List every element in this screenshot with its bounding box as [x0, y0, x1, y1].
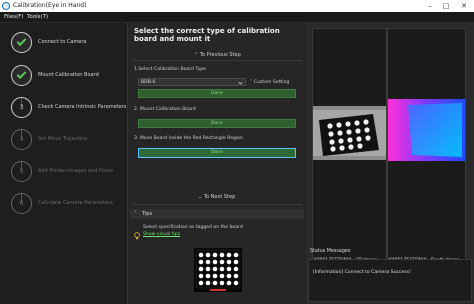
menu-files[interactable]: Files(F)	[4, 14, 24, 20]
steps-panel: Connect to Camera Mount Calibration Boar…	[0, 23, 128, 304]
menu-bar: Files(F) Tools(T)	[0, 12, 474, 23]
previous-step-button[interactable]: ⌃ To Previous Step	[194, 52, 241, 58]
minimize-icon[interactable]: –	[422, 0, 438, 12]
maximize-icon[interactable]: □	[438, 0, 454, 12]
tips-text: Select specification as tagged on the bo…	[143, 225, 243, 230]
step-calculate-params[interactable]: 6 Calculate Camera Parameters	[0, 193, 128, 214]
step-label: Add Marker-Images and Poses	[38, 168, 114, 174]
status-messages-box: [Information] Connect to Camera Success!	[308, 259, 472, 302]
chevron-up-icon: ⌃	[194, 52, 199, 58]
status-message: [Information] Connect to Camera Success!	[313, 270, 411, 275]
step-label: Calculate Camera Parameters	[38, 200, 113, 206]
camera-panel: K0051-TESTONLY - 2D Image	[306, 23, 474, 304]
next-step-label: To Next Step	[203, 194, 236, 200]
custom-setting-label: Custom Setting	[253, 80, 290, 85]
main-panel: Select the correct type of calibration b…	[128, 23, 306, 304]
page-title: Select the correct type of calibration b…	[134, 27, 280, 43]
mount-board-label: 2. Mount Calibration Board	[134, 107, 196, 112]
board-type-select[interactable]: BDB-6	[138, 78, 246, 86]
chevron-down-icon	[238, 80, 243, 85]
window-title: Calibration(Eye in Hand)	[13, 2, 87, 9]
check-icon	[16, 69, 27, 80]
previous-step-label: To Previous Step	[199, 52, 241, 58]
chevron-down-icon: ˅	[134, 211, 137, 217]
board-preview-image	[194, 248, 242, 292]
divider	[132, 60, 302, 61]
lightbulb-icon	[134, 225, 140, 240]
step-number-circle: 3	[11, 97, 32, 118]
move-board-label: 3. Move Board inside the Red Rectangle R…	[134, 136, 243, 141]
camera-2d-image	[313, 106, 386, 160]
step-label: Mount Calibration Board	[38, 72, 99, 78]
board-type-value: BDB-6	[141, 80, 156, 85]
next-step-button[interactable]: ⌄ To Next Step	[198, 194, 235, 200]
show-visual-tips-link[interactable]: Show visual tips	[143, 232, 180, 237]
mount-board-done-button[interactable]: Done	[138, 119, 296, 128]
step-label: Check Camera Intrinsic Parameters	[38, 104, 127, 110]
step-check-intrinsics[interactable]: 3 Check Camera Intrinsic Parameters	[0, 97, 128, 118]
step-mount-board[interactable]: Mount Calibration Board	[0, 65, 128, 86]
step-done-circle	[11, 65, 32, 86]
step-number-circle: 5	[11, 161, 32, 182]
step-set-trajectory[interactable]: 4 Set Move Trajectory	[0, 129, 128, 150]
board-type-label: 1.Select Calibration Board Type	[134, 67, 206, 72]
step-connect-camera[interactable]: Connect to Camera	[0, 32, 128, 53]
chevron-down-icon: ˅	[250, 80, 253, 85]
status-messages-title: Status Messages	[310, 249, 351, 254]
title-bar: Calibration(Eye in Hand) – □ ✕	[0, 0, 474, 12]
menu-tools[interactable]: Tools(T)	[27, 14, 48, 20]
step-number-circle: 6	[11, 193, 32, 214]
move-board-done-button[interactable]: Done	[138, 148, 296, 158]
check-icon	[16, 36, 27, 47]
camera-depth-view: K0051-TESTONLY - Depth Image	[387, 28, 466, 266]
camera-2d-view: K0051-TESTONLY - 2D Image	[312, 28, 387, 266]
step-done-circle	[11, 32, 32, 53]
step-add-marker-images[interactable]: 5 Add Marker-Images and Poses	[0, 161, 128, 182]
board-type-done-button[interactable]: Done	[138, 89, 296, 98]
camera-depth-image	[388, 99, 465, 161]
step-label: Connect to Camera	[38, 39, 87, 45]
divider	[132, 204, 302, 205]
custom-setting-button[interactable]: ˅ Custom Setting	[250, 80, 289, 85]
close-icon[interactable]: ✕	[456, 0, 472, 12]
chevron-down-icon: ⌄	[198, 194, 203, 200]
step-label: Set Move Trajectory	[38, 136, 88, 142]
app-icon	[2, 2, 10, 10]
step-number-circle: 4	[11, 129, 32, 150]
tips-header[interactable]: ˅ Tips	[130, 209, 304, 219]
tips-title: Tips	[142, 211, 153, 217]
